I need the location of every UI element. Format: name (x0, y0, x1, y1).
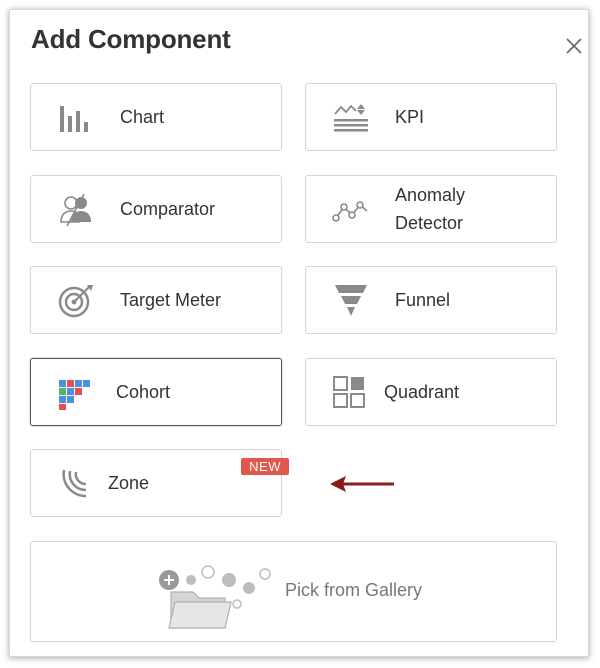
component-cohort[interactable]: Cohort (30, 358, 282, 426)
target-icon (58, 285, 93, 318)
annotation-arrow-icon (330, 476, 394, 492)
gallery-label: Pick from Gallery (285, 580, 423, 600)
component-label: Zone (108, 473, 150, 493)
component-quadrant[interactable]: Quadrant (305, 358, 557, 426)
close-icon[interactable] (564, 36, 584, 56)
bar-chart-icon (60, 106, 88, 132)
pick-from-gallery-button[interactable]: Pick from Gallery (30, 541, 557, 642)
component-label: Cohort (116, 382, 171, 402)
component-label: Anomaly Detector (395, 185, 466, 233)
zone-icon (62, 469, 87, 498)
component-comparator[interactable]: Comparator (30, 175, 282, 243)
component-funnel[interactable]: Funnel (305, 266, 557, 334)
component-anomaly-detector[interactable]: Anomaly Detector (305, 175, 557, 243)
comparator-icon (60, 193, 91, 227)
component-zone[interactable]: Zone NEW (30, 449, 289, 517)
gallery-folder-icon (159, 565, 271, 629)
component-label: Quadrant (384, 382, 460, 402)
component-label: Funnel (395, 290, 451, 310)
component-target-meter[interactable]: Target Meter (30, 266, 282, 334)
funnel-icon (335, 285, 367, 316)
add-component-dialog: Add Component Chart KPI Comparator Anoma… (9, 9, 589, 657)
component-label: Chart (120, 107, 165, 127)
new-badge: NEW (241, 458, 289, 475)
kpi-icon (334, 104, 368, 132)
dialog-title: Add Component (31, 24, 231, 54)
cohort-icon (59, 380, 90, 410)
component-label: Target Meter (120, 290, 222, 310)
component-kpi[interactable]: KPI (305, 83, 557, 151)
component-chart[interactable]: Chart (30, 83, 282, 151)
anomaly-detector-icon (332, 201, 368, 222)
component-label: KPI (395, 107, 425, 127)
component-label: Comparator (120, 199, 216, 219)
quadrant-icon (333, 376, 365, 408)
